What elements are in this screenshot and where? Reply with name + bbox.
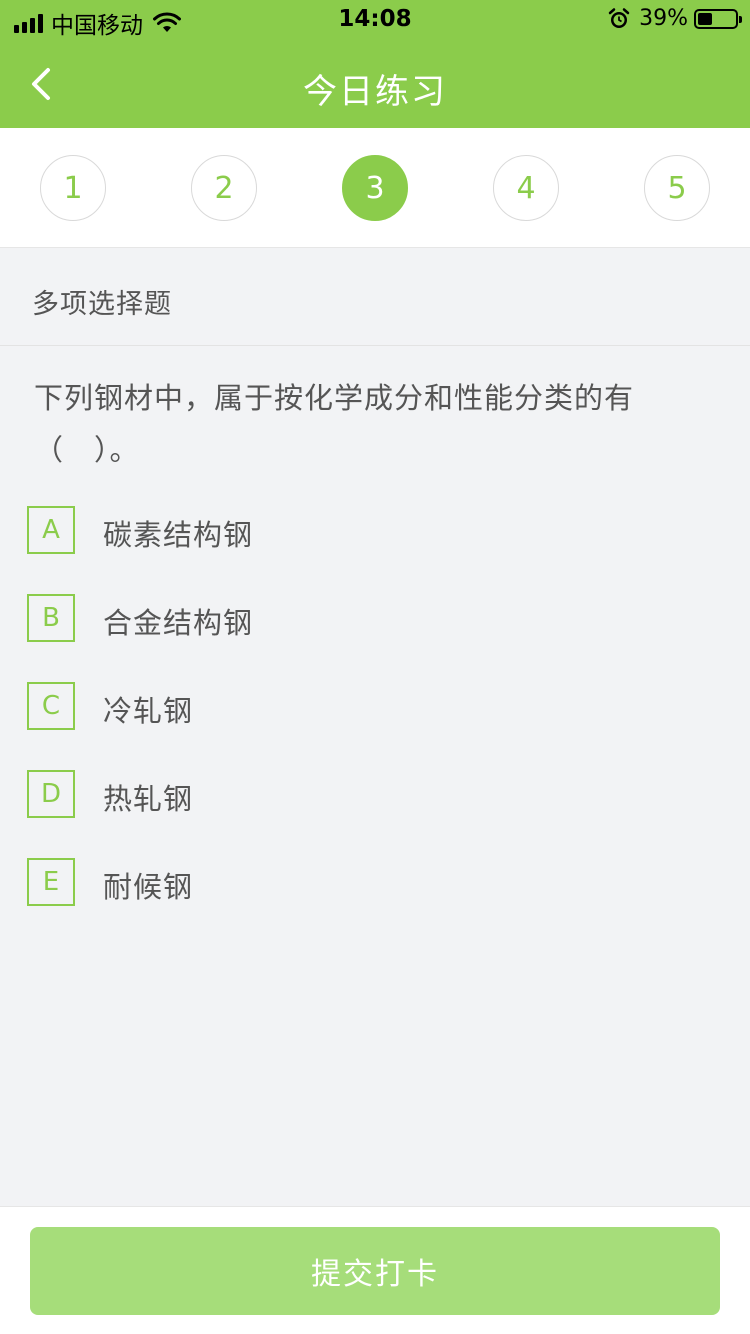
battery-icon [694, 8, 742, 29]
option-text: 冷轧钢 [103, 694, 194, 728]
option-e[interactable]: E 耐候钢 [27, 858, 727, 908]
option-letter: B [27, 594, 75, 642]
option-d[interactable]: D 热轧钢 [27, 770, 727, 820]
question-stepper: 1 2 3 4 5 [0, 128, 750, 248]
step-3[interactable]: 3 [342, 155, 408, 221]
question-type-section: 多项选择题 [0, 248, 750, 346]
battery-fill [698, 12, 713, 25]
step-2[interactable]: 2 [191, 155, 257, 221]
submit-checkin-button[interactable]: 提交打卡 [30, 1227, 720, 1315]
footer: 提交打卡 [0, 1206, 750, 1334]
step-5[interactable]: 5 [644, 155, 710, 221]
alarm-icon [608, 7, 630, 28]
option-a[interactable]: A 碳素结构钢 [27, 506, 727, 556]
option-letter: C [27, 682, 75, 730]
nav-bar: 今日练习 [0, 40, 750, 128]
question-text: 下列钢材中，属于按化学成分和性能分类的有（ ）。 [34, 381, 635, 467]
option-text: 碳素结构钢 [103, 518, 254, 552]
option-b[interactable]: B 合金结构钢 [27, 594, 727, 644]
step-4[interactable]: 4 [493, 155, 559, 221]
step-1[interactable]: 1 [40, 155, 106, 221]
battery-percent: 39% [639, 6, 688, 31]
page-title: 今日练习 [303, 72, 447, 112]
option-letter: E [27, 858, 75, 906]
header: 中国移动 14:08 39% 今日练习 [0, 0, 750, 128]
status-bar: 中国移动 14:08 39% [0, 0, 750, 40]
question-type-label: 多项选择题 [32, 289, 172, 320]
option-text: 合金结构钢 [103, 606, 254, 640]
option-text: 热轧钢 [103, 782, 194, 816]
option-letter: A [27, 506, 75, 554]
option-letter: D [27, 770, 75, 818]
option-c[interactable]: C 冷轧钢 [27, 682, 727, 732]
option-text: 耐候钢 [103, 870, 194, 904]
